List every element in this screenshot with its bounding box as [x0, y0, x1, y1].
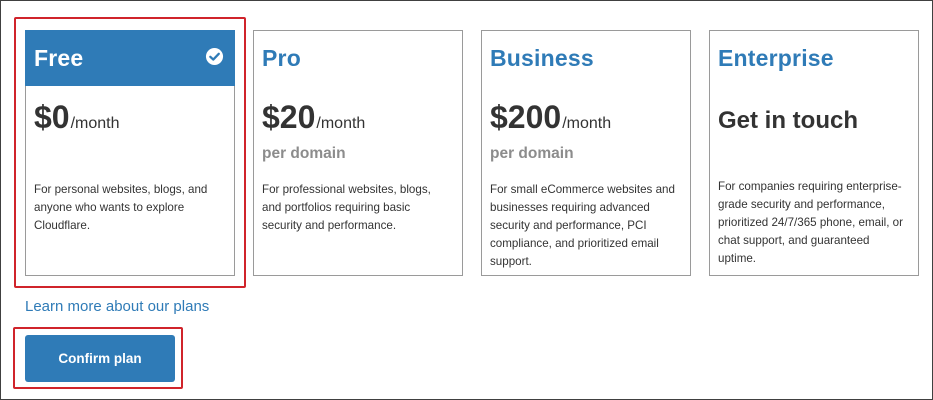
plan-header-pro: Pro	[254, 31, 462, 86]
plan-name: Free	[34, 44, 84, 71]
check-circle-icon	[205, 47, 224, 66]
price-amount: $0	[34, 99, 70, 135]
plan-header-free: Free	[25, 30, 235, 86]
plan-card-business[interactable]: Business $200 /month per domain For smal…	[481, 30, 691, 276]
price-unit: /month	[70, 115, 120, 132]
plan-selection-panel: Free $0 /month For personal websites, bl…	[0, 0, 933, 400]
confirm-plan-button[interactable]: Confirm plan	[25, 335, 175, 382]
plan-name: Enterprise	[718, 45, 834, 71]
plan-description: For small eCommerce websites and busines…	[490, 183, 675, 268]
learn-more-link[interactable]: Learn more about our plans	[25, 298, 209, 315]
plan-description: For companies requiring enterprise-grade…	[718, 180, 903, 265]
plan-header-business: Business	[482, 31, 690, 86]
price-amount: $20	[262, 99, 316, 135]
price-unit: /month	[316, 115, 366, 132]
price-qualifier: per domain	[262, 145, 346, 162]
plan-price: $20 /month	[262, 99, 365, 136]
plan-card-free[interactable]: Free $0 /month For personal websites, bl…	[25, 30, 235, 276]
plan-price: $200 /month	[490, 99, 611, 136]
plan-header-enterprise: Enterprise	[710, 31, 918, 86]
price-qualifier: per domain	[490, 145, 574, 162]
plan-description: For professional websites, blogs, and po…	[262, 183, 431, 232]
price-unit: /month	[562, 115, 612, 132]
plan-name: Pro	[262, 45, 301, 71]
contact-text: Get in touch	[718, 107, 858, 134]
plan-card-enterprise[interactable]: Enterprise Get in touch For companies re…	[709, 30, 919, 276]
plan-price: $0 /month	[34, 99, 120, 136]
price-amount: $200	[490, 99, 562, 135]
plan-description: For personal websites, blogs, and anyone…	[34, 183, 208, 232]
plan-card-pro[interactable]: Pro $20 /month per domain For profession…	[253, 30, 463, 276]
plan-name: Business	[490, 45, 594, 71]
